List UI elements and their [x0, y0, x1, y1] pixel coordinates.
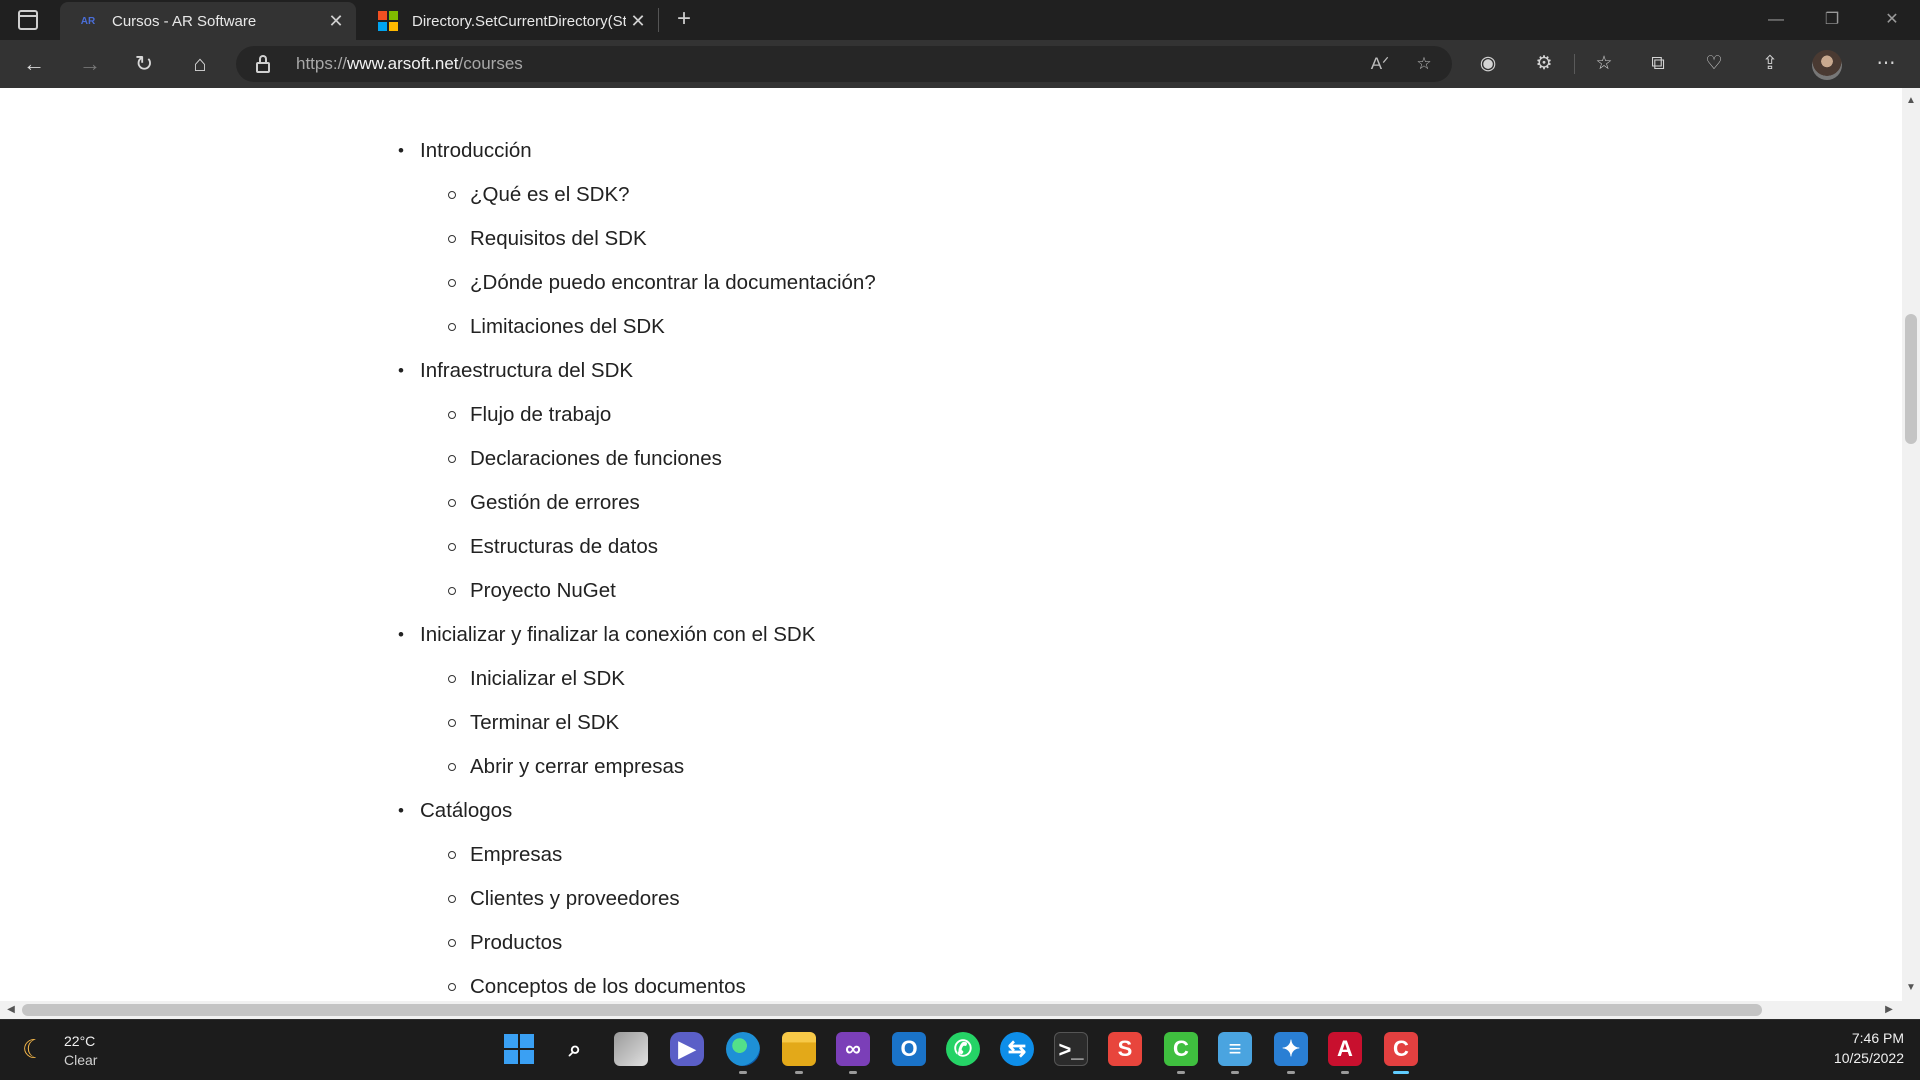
tab-title: Directory.SetCurrentDirectory(St [412, 12, 626, 30]
vertical-scroll-thumb[interactable] [1905, 314, 1917, 444]
restore-icon[interactable]: ❐ [1804, 0, 1860, 40]
teamviewer-icon[interactable]: ⇆ [1000, 1032, 1034, 1066]
red-app-icon[interactable]: C [1384, 1032, 1418, 1074]
outline-section: Infraestructura del SDK [398, 358, 876, 402]
horizontal-scroll-thumb[interactable] [22, 1004, 1762, 1016]
favorites-icon[interactable]: ☆ [1588, 50, 1620, 78]
outline-subitem: ¿Qué es el SDK? [398, 182, 876, 226]
tab-strip: AR Cursos - AR Software ✕ Directory.SetC… [0, 0, 1920, 40]
toolbar-divider [1574, 54, 1575, 74]
scroll-right-icon[interactable]: ▶ [1880, 1001, 1898, 1019]
tab-actions-icon[interactable] [18, 10, 38, 30]
outline-subitem: Abrir y cerrar empresas [398, 754, 876, 798]
read-aloud-icon[interactable]: Aᐟ [1366, 52, 1394, 76]
green-app-icon[interactable]: C [1164, 1032, 1198, 1074]
blue-app-icon[interactable]: ✦ [1274, 1032, 1308, 1074]
outline-subitem: Requisitos del SDK [398, 226, 876, 270]
tab-divider [658, 8, 659, 32]
url-text[interactable]: https://www.arsoft.net/courses [296, 46, 523, 82]
tab-directory[interactable]: Directory.SetCurrentDirectory(St ✕ [360, 2, 658, 40]
outline-subitem: Proyecto NuGet [398, 578, 876, 622]
weather-widget[interactable]: ☾ 22°C Clear [22, 1030, 142, 1072]
tab-title: Cursos - AR Software [112, 12, 257, 30]
outlook-icon[interactable]: O [892, 1032, 926, 1066]
edge-icon[interactable] [726, 1032, 760, 1074]
outline-subitem: Gestión de errores [398, 490, 876, 534]
ar-software-favicon-icon: AR [80, 15, 96, 27]
outline-subitem: Clientes y proveedores [398, 886, 876, 930]
share-icon[interactable]: ⇪ [1754, 50, 1786, 78]
outline-subitem: Conceptos de los documentos [398, 974, 876, 1001]
browser-toolbar: ← → ↻ ⌂ https://www.arsoft.net/courses A… [0, 40, 1920, 88]
visual-studio-icon[interactable]: ∞ [836, 1032, 870, 1074]
moon-icon: ☾ [22, 1034, 46, 1064]
tab-cursos[interactable]: AR Cursos - AR Software ✕ [60, 2, 356, 40]
outline-subitem: Declaraciones de funciones [398, 446, 876, 490]
tab-close-icon[interactable]: ✕ [324, 11, 348, 32]
add-favorite-icon[interactable]: ☆ [1410, 52, 1438, 76]
scroll-down-icon[interactable]: ▼ [1902, 979, 1920, 997]
back-icon[interactable]: ← [16, 48, 52, 80]
refresh-icon[interactable]: ↻ [126, 48, 162, 80]
home-icon[interactable]: ⌂ [182, 48, 218, 80]
outline-subitem: Terminar el SDK [398, 710, 876, 754]
weather-temp: 22°C [64, 1033, 96, 1049]
microsoft-favicon-icon [378, 11, 398, 31]
teams-icon[interactable]: ▶ [670, 1032, 704, 1066]
course-outline: Introducción ¿Qué es el SDK? Requisitos … [398, 138, 876, 1001]
new-tab-icon[interactable]: + [668, 4, 700, 36]
close-window-icon[interactable]: ✕ [1864, 0, 1920, 40]
scroll-up-icon[interactable]: ▲ [1902, 92, 1920, 110]
collections-icon[interactable]: ⧉ [1642, 50, 1674, 78]
notepad-icon[interactable]: ≡ [1218, 1032, 1252, 1074]
outline-section: Introducción [398, 138, 876, 182]
scroll-left-icon[interactable]: ◀ [2, 1001, 20, 1019]
outline-section: Inicializar y finalizar la conexión con … [398, 622, 876, 666]
tab-close-icon[interactable]: ✕ [626, 11, 650, 32]
whatsapp-icon[interactable]: ✆ [946, 1032, 980, 1066]
browser-essentials-icon[interactable]: ◉ [1472, 50, 1504, 78]
outline-subitem: Flujo de trabajo [398, 402, 876, 446]
sublime-icon[interactable]: S [1108, 1032, 1142, 1066]
outline-subitem: ¿Dónde puedo encontrar la documentación? [398, 270, 876, 314]
terminal-icon[interactable]: >_ [1054, 1032, 1088, 1066]
outline-subitem: Inicializar el SDK [398, 666, 876, 710]
search-icon[interactable]: ⌕ [558, 1032, 592, 1066]
acrobat-icon[interactable]: A [1328, 1032, 1362, 1074]
more-options-icon[interactable]: ⋯ [1870, 50, 1902, 78]
page-content: Introducción ¿Qué es el SDK? Requisitos … [0, 88, 1902, 1001]
clock-date: 10/25/2022 [1833, 1050, 1904, 1066]
taskbar: ☾ 22°C Clear ⌕ ▶ ∞ O ✆ ⇆ >_ S C ≡ ✦ A C … [0, 1019, 1920, 1080]
outline-subitem: Empresas [398, 842, 876, 886]
profile-avatar[interactable] [1812, 50, 1842, 80]
lock-icon[interactable] [256, 55, 270, 73]
outline-section: Catálogos [398, 798, 876, 842]
minimize-icon[interactable]: — [1748, 0, 1804, 40]
forward-icon[interactable]: → [72, 48, 108, 80]
clock-time: 7:46 PM [1851, 1030, 1904, 1046]
address-bar[interactable]: https://www.arsoft.net/courses Aᐟ ☆ [236, 46, 1452, 82]
outline-subitem: Productos [398, 930, 876, 974]
file-explorer-icon[interactable] [782, 1032, 816, 1074]
outline-subitem: Estructuras de datos [398, 534, 876, 578]
performance-icon[interactable]: ♡ [1698, 50, 1730, 78]
weather-condition: Clear [64, 1052, 98, 1068]
outline-subitem: Limitaciones del SDK [398, 314, 876, 358]
horizontal-scrollbar[interactable]: ◀ ▶ [0, 1001, 1920, 1019]
task-view-icon[interactable] [614, 1032, 648, 1066]
vertical-scrollbar[interactable]: ▲ ▼ [1902, 88, 1920, 1001]
start-icon[interactable] [502, 1032, 536, 1066]
extensions-icon[interactable]: ⚙ [1528, 50, 1560, 78]
system-clock[interactable]: 7:46 PM 10/25/2022 [1808, 1028, 1904, 1068]
